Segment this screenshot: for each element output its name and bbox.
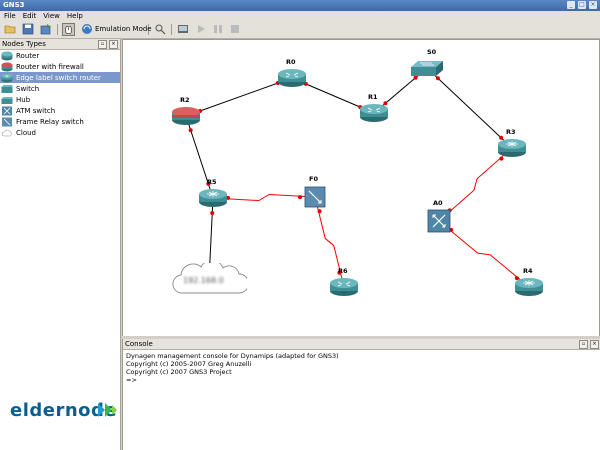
node-type-router-firewall[interactable]: Router with firewall [0,61,120,72]
console-title: Console [125,340,153,348]
capture-mode-icon[interactable] [62,23,75,36]
node-label-s0: S0 [427,48,437,56]
console-line: Copyright (c) 2007 GNS3 Project [126,368,232,376]
node-label-f0: F0 [309,175,318,183]
console-line: Copyright (c) 2005-2007 Greg Anuzelli [126,360,252,368]
save-as-icon[interactable] [40,23,52,35]
node-type-frame-relay-switch[interactable]: Frame Relay switch [0,116,120,127]
eldernode-logo-icon [98,403,117,417]
link-S0-R3[interactable] [426,67,513,149]
float-console-icon[interactable]: ▫ [579,340,588,349]
node-label-r4: R4 [523,267,533,275]
link-endpoint-dot [317,209,322,214]
title-bar: GNS3 _ □ × [0,0,600,11]
edge-switch-router-icon [1,73,13,83]
nodes-types-panel: Nodes Types ▫ × Router Router with firew… [0,39,121,450]
emulation-mode-label[interactable]: Emulation Mode [95,25,152,33]
node-type-switch[interactable]: Switch [0,83,120,94]
firewall-router-icon [172,107,200,125]
console-panel: Console ▫ × Dynagen management console f… [122,339,600,450]
node-f0[interactable] [304,186,326,208]
menu-bar: File Edit View Help [0,11,600,21]
close-panel-icon[interactable]: × [109,40,118,49]
router-icon [1,51,13,61]
menu-help[interactable]: Help [63,11,86,21]
menu-view[interactable]: View [39,11,63,21]
router-icon [330,278,358,296]
stop-all-icon[interactable] [229,23,241,35]
node-type-edge-label-switch-router[interactable]: Edge label switch router [0,72,120,83]
atm-icon [427,209,451,233]
node-label-r0: R0 [286,58,296,66]
switch-icon [411,61,443,76]
node-label-r5: R5 [207,178,217,186]
node-r5[interactable] [198,188,228,208]
link-endpoint-dot [210,210,215,215]
topology-canvas[interactable]: R0 R1 S0 R2 R3 R5 F0 A0 R6 R4 192.168.0 [122,39,600,338]
console-line: Dynagen management console for Dynamips … [126,352,339,360]
frame-relay-icon [304,186,326,208]
firewall-router-icon [1,62,13,72]
node-a0[interactable] [427,209,451,233]
save-icon[interactable] [22,23,34,35]
node-type-hub[interactable]: Hub [0,94,120,105]
link-endpoint-dot [298,195,303,200]
open-folder-icon[interactable] [4,23,16,35]
emulation-mode-icon[interactable] [81,23,93,35]
float-panel-icon[interactable]: ▫ [98,40,107,49]
node-r3[interactable] [497,138,527,158]
nodes-panel-header: Nodes Types ▫ × [0,39,120,50]
node-r2[interactable] [171,106,201,126]
cloud-label: 192.168.0 [183,276,224,285]
menu-edit[interactable]: Edit [19,11,40,21]
minimize-icon[interactable]: _ [567,1,575,9]
console-prompt: => [126,376,137,384]
node-r1[interactable] [359,103,389,123]
edge-router-icon [498,139,526,157]
node-r4[interactable] [514,277,544,297]
node-s0[interactable] [410,59,444,77]
node-type-cloud[interactable]: Cloud [0,127,120,138]
frame-relay-switch-icon [1,117,13,127]
node-r6[interactable] [329,277,359,297]
node-label-r2: R2 [180,96,190,104]
router-icon [360,104,388,122]
router-icon [278,69,306,87]
start-all-icon[interactable] [195,23,207,35]
maximize-icon[interactable]: □ [578,1,586,9]
cloud-icon [1,128,13,138]
node-label-r1: R1 [368,93,378,101]
menu-file[interactable]: File [0,11,19,21]
link-endpoint-dot [188,128,193,133]
node-label-r6: R6 [338,267,348,275]
close-console-icon[interactable]: × [590,340,599,349]
node-label-r3: R3 [506,128,516,136]
node-label-a0: A0 [433,199,443,207]
atm-switch-icon [1,106,13,116]
pause-all-icon[interactable] [212,23,224,35]
close-icon[interactable]: × [589,1,597,9]
node-type-router[interactable]: Router [0,50,120,61]
toolbar [0,21,600,39]
window-title: GNS3 [3,1,25,9]
edge-router-icon [199,189,227,207]
switch-icon [1,84,13,94]
add-link-icon[interactable] [154,23,166,35]
node-type-atm-switch[interactable]: ATM switch [0,105,120,116]
node-r0[interactable] [277,68,307,88]
console-all-icon[interactable] [177,23,189,35]
hub-icon [1,95,13,105]
console-output[interactable]: Dynagen management console for Dynamips … [126,352,339,384]
nodes-panel-title: Nodes Types [2,40,46,48]
console-panel-header: Console ▫ × [123,339,600,350]
edge-router-icon [515,278,543,296]
